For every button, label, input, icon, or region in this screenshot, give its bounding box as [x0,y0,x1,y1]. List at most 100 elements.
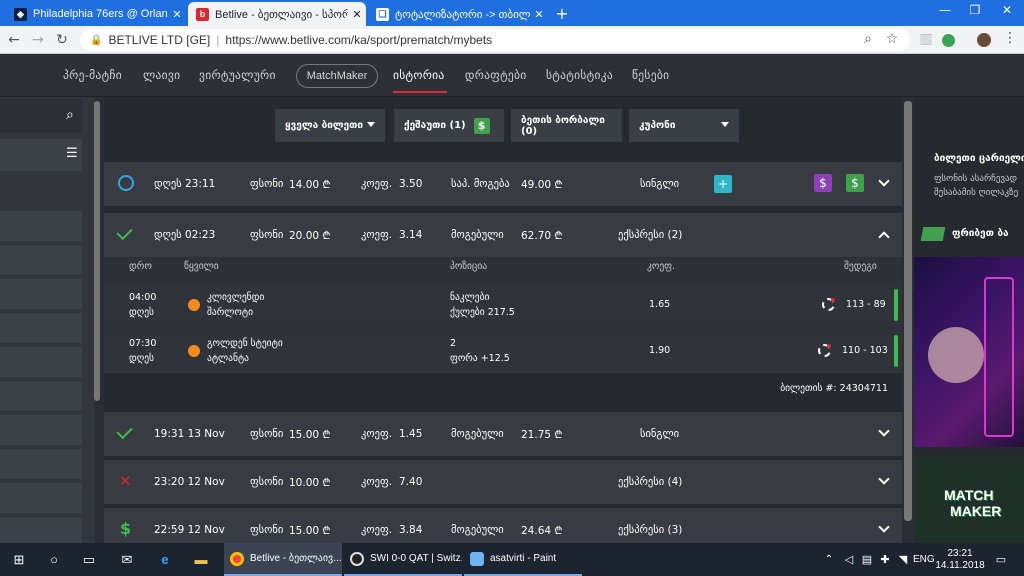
menu-kebab-icon[interactable]: ⋮ [1002,30,1018,46]
basketball-icon [188,299,200,311]
forward-icon[interactable]: → [30,32,46,48]
nav-matchmaker[interactable]: MatchMaker [296,64,378,88]
nav-virtual[interactable]: ვირტუალური [199,68,276,82]
chevron-up-icon[interactable] [878,231,890,243]
bet-row[interactable]: ✕ 23:20 12 Nov ფსონი 10.00 ₾ კოეფ. 7.40 … [104,460,902,504]
event-time: 07:30 [129,338,157,349]
sidebar-item[interactable] [0,279,82,309]
edge-icon[interactable]: e [156,543,174,576]
bet-row[interactable]: დღეს 23:11 ფსონი 14.00 ₾ კოეფ. 3.50 საპ.… [104,162,902,206]
taskbar-app-obs[interactable]: SWI 0-0 QAT | Switz... [344,543,462,576]
wifi-icon[interactable]: ◥ [894,543,912,576]
all-tickets-dropdown[interactable]: ყველა ბილეთი [275,109,385,142]
bet-row[interactable]: 19:31 13 Nov ფსონი 15.00 ₾ კოეფ. 1.45 მო… [104,412,902,456]
browser-tab-2[interactable]: b Betlive - ბეთლაივი - სპორტი ✕ [188,2,366,26]
betting-wheel-label: ბეთის ბორბალი (0) [521,114,605,137]
stake-label: ფსონი [250,428,284,440]
dollar-icon: $ [473,117,490,134]
nav-drafts[interactable]: დრაფტები [465,68,527,82]
sidebar-item[interactable] [0,211,82,241]
grammarly-icon[interactable] [942,34,955,47]
main-scrollbar[interactable] [904,101,912,521]
nav-statistics[interactable]: სტატისტიკა [546,68,613,82]
minimize-button[interactable]: — [930,3,960,17]
stake-label: ფსონი [250,178,284,190]
dollar-purple-icon[interactable]: $ [814,174,832,192]
nav-rules[interactable]: წესები [632,68,669,82]
task-view-icon[interactable]: ▭ [80,543,98,576]
sidebar-item[interactable] [0,245,82,275]
profile-avatar[interactable] [977,33,991,47]
chevron-down-icon[interactable] [878,175,890,187]
nav-history[interactable]: ისტორია [393,68,445,82]
restore-button[interactable]: ❐ [960,3,990,17]
event-time: 04:00 [129,292,157,303]
start-windows-icon[interactable]: ⊞ [10,543,28,576]
file-explorer-icon[interactable]: ▬ [192,543,210,576]
reload-icon[interactable]: ↻ [54,32,70,48]
result-status-icon [822,298,835,311]
tray-chevron-up-icon[interactable]: ⌃ [820,543,838,576]
url-text: https://www.betlive.com/ka/sport/prematc… [225,33,493,47]
zoom-search-icon[interactable]: ⌕ [860,31,876,47]
browser-tab-3[interactable]: ❑ ტოტალიზატორი -> თბილისი ✕ [368,2,548,26]
search-icon[interactable]: ⌕ [66,107,74,123]
sidebar-item[interactable] [0,381,82,411]
bet-type: ექსპრესი (3) [618,524,683,536]
new-tab-button[interactable]: + [553,4,571,23]
sidebar-filter-row[interactable]: ☰ [0,139,82,171]
sidebar-scrollbar[interactable] [94,101,100,401]
cashout-filter-button[interactable]: ქეშაუთი (1) $ [394,109,504,142]
taskbar-app-chrome[interactable]: Betlive - ბეთლაივ... [224,543,342,576]
win-label: მოგებული [451,229,504,241]
chevron-down-icon[interactable] [878,473,890,485]
dollar-cashout-icon[interactable]: $ [846,174,864,192]
browser-tab-1[interactable]: ◆ Philadelphia 76ers @ Orlando M ✕ [6,2,186,26]
sidebar-item[interactable] [0,313,82,343]
tab-title: ტოტალიზატორი -> თბილისი [395,8,530,21]
extension-icon[interactable]: ▥ [918,31,934,47]
win-indicator [894,335,898,367]
betting-wheel-filter-button[interactable]: ბეთის ბორბალი (0) [511,109,622,142]
sidebar-item[interactable] [0,483,82,513]
bet-time: დღეს 23:11 [154,178,216,190]
windows-taskbar: ⊞ ○ ▭ ✉ e ▬ Betlive - ბეთლაივ... SWI 0-0… [0,543,1024,576]
search-icon[interactable]: ○ [45,543,63,576]
network-icon[interactable]: ▤ [858,543,876,576]
tray-app-icon[interactable]: ✚ [876,543,894,576]
sidebar-item[interactable] [0,415,82,445]
chevron-down-icon[interactable] [878,425,890,437]
position-sub: ქულები 217.5 [450,307,515,318]
mail-icon[interactable]: ✉ [118,543,136,576]
notifications-icon[interactable]: ▭ [992,543,1010,576]
chevron-down-icon[interactable] [878,521,890,533]
sidebar-item[interactable] [0,449,82,479]
back-icon[interactable]: ← [6,32,22,48]
bet-row-expanded[interactable]: დღეს 02:23 ფსონი 20.00 ₾ კოეფ. 3.14 მოგე… [104,213,902,257]
url-bar[interactable]: 🔒 BETLIVE LTD [GE] | https://www.betlive… [80,29,910,51]
bookmark-star-icon[interactable]: ☆ [884,31,900,47]
stake-value: 15.00 ₾ [289,429,331,441]
stake-value: 14.00 ₾ [289,179,331,191]
clock[interactable]: 23:21 14.11.2018 [935,543,984,576]
taskbar-app-paint[interactable]: asatvirti - Paint [464,543,582,576]
bet-type: ექსპრესი (2) [618,229,683,241]
position-main: 2 [450,338,457,349]
sidebar-item[interactable] [0,347,82,377]
nav-prematch[interactable]: პრე-მატჩი [63,68,122,82]
close-icon[interactable]: ✕ [530,8,548,21]
sidebar-search-row[interactable]: ⌕ [0,99,82,133]
coupon-dropdown[interactable]: კუპონი [629,109,739,142]
promo-banner[interactable] [914,257,1024,447]
close-icon[interactable]: ✕ [348,8,366,21]
close-icon[interactable]: ✕ [168,8,186,21]
matchmaker-banner[interactable]: MATCH MAKER [914,457,1024,543]
nav-live[interactable]: ლაივი [143,68,180,82]
win-value: 24.64 ₾ [521,525,563,537]
free-bet-label[interactable]: ფრიბეთ ბა [952,228,1009,239]
close-window-button[interactable]: ✕ [992,3,1022,17]
language-indicator[interactable]: ENG [913,543,935,576]
filter-sliders-icon[interactable]: ☰ [66,146,78,161]
volume-icon[interactable]: ◁ [840,543,858,576]
add-icon[interactable]: + [714,175,732,193]
